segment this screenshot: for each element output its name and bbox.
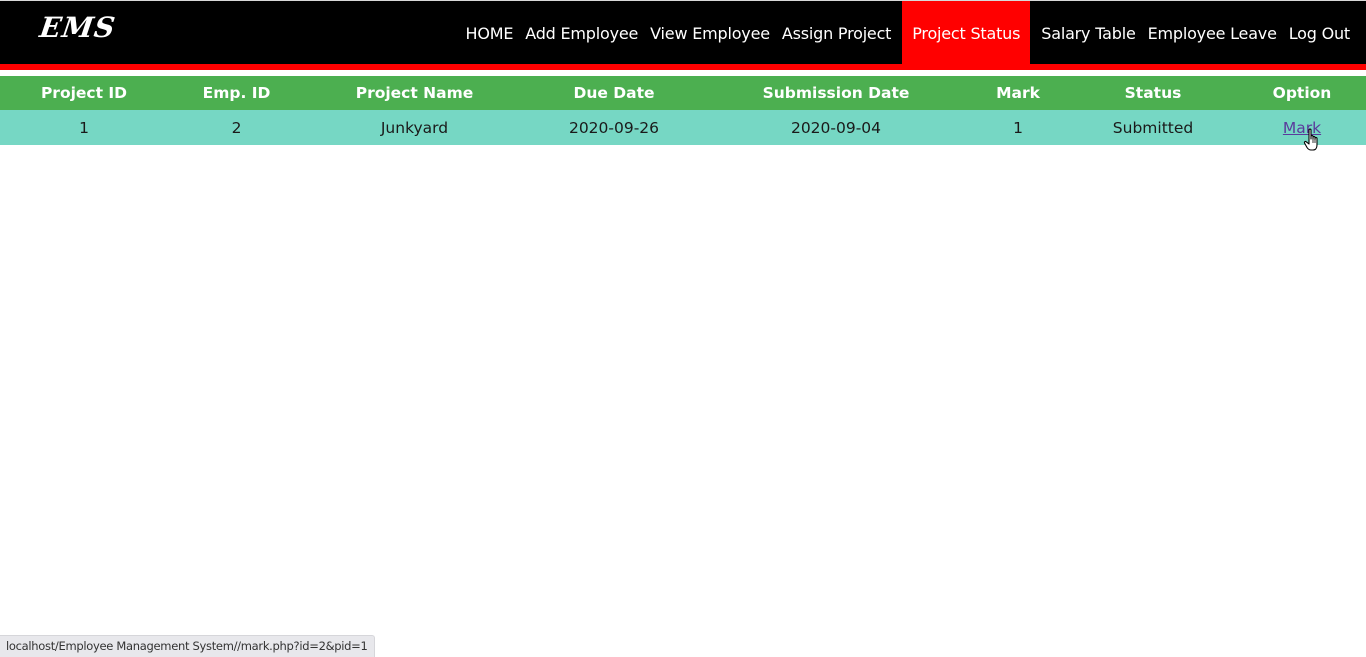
column-header-project-name: Project Name — [355, 84, 474, 102]
table-header-row: Project ID Emp. ID Project Name Due Date… — [0, 76, 1366, 110]
table-row: 1 2 Junkyard 2020-09-26 2020-09-04 1 Sub… — [0, 110, 1366, 145]
nav-project-status[interactable]: Project Status — [902, 1, 1031, 64]
column-header-project-id: Project ID — [40, 84, 128, 102]
column-header-due-date: Due Date — [573, 84, 655, 102]
browser-status-bar: localhost/Employee Management System//ma… — [0, 635, 375, 657]
cell-status: Submitted — [1112, 118, 1194, 137]
nav-salary-table[interactable]: Salary Table — [1035, 1, 1141, 64]
nav-view-employee[interactable]: View Employee — [644, 1, 776, 64]
column-header-status: Status — [1124, 84, 1182, 102]
cell-emp-id: 2 — [231, 118, 242, 137]
nav-add-employee[interactable]: Add Employee — [519, 1, 644, 64]
project-status-table: Project ID Emp. ID Project Name Due Date… — [0, 76, 1366, 145]
mark-link[interactable]: Mark — [1283, 119, 1321, 137]
column-header-mark: Mark — [996, 84, 1040, 102]
navbar: EMS HOME Add Employee View Employee Assi… — [0, 1, 1366, 70]
nav-home[interactable]: HOME — [460, 1, 520, 64]
cell-due-date: 2020-09-26 — [568, 118, 660, 137]
cell-submission-date: 2020-09-04 — [790, 118, 882, 137]
cell-mark: 1 — [1013, 118, 1023, 137]
column-header-emp-id: Emp. ID — [202, 84, 271, 102]
logo[interactable]: EMS — [38, 11, 118, 44]
nav-employee-leave[interactable]: Employee Leave — [1142, 1, 1283, 64]
nav-log-out[interactable]: Log Out — [1283, 1, 1356, 64]
column-header-submission-date: Submission Date — [762, 84, 910, 102]
cell-project-name: Junkyard — [380, 118, 449, 137]
main-nav: HOME Add Employee View Employee Assign P… — [460, 1, 1357, 64]
cell-option: Mark — [1238, 110, 1366, 145]
cell-project-id: 1 — [79, 118, 89, 137]
nav-assign-project[interactable]: Assign Project — [776, 1, 897, 64]
column-header-option: Option — [1272, 84, 1332, 102]
